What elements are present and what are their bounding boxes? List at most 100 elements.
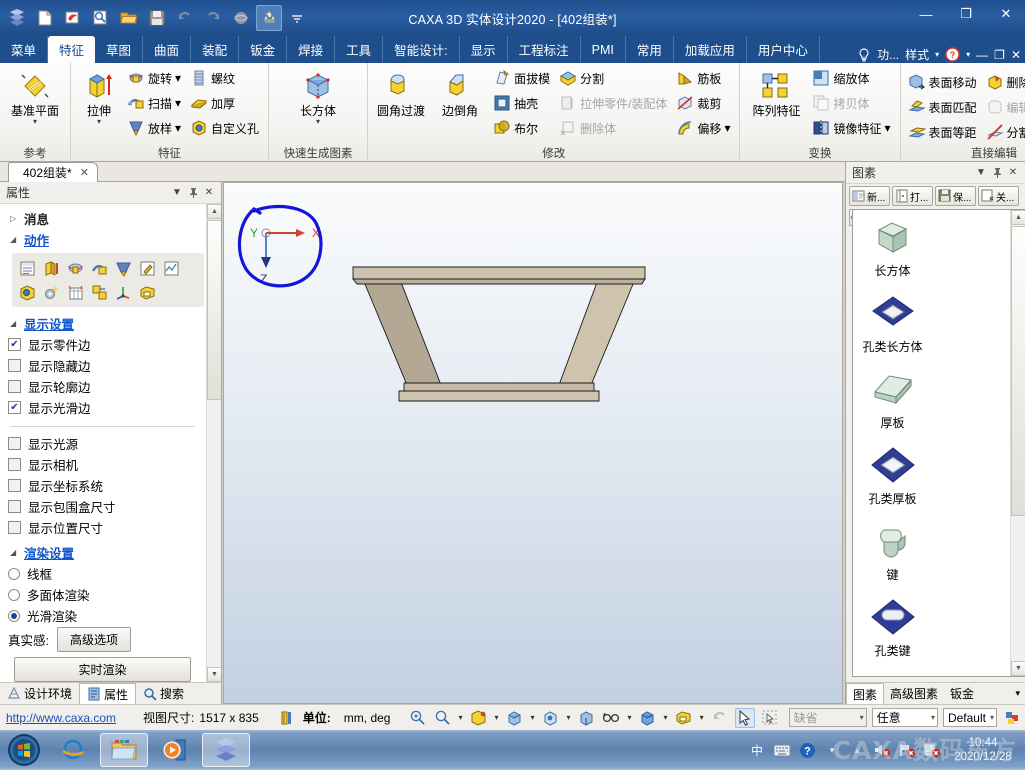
print-preview-dropdown-icon[interactable]: ▾ (699, 713, 705, 722)
catalog-scroll-up-icon[interactable]: ▲ (1011, 210, 1025, 225)
custom-hole-button[interactable]: 自定义孔 (188, 116, 263, 140)
open-catalog-button[interactable]: 打... (892, 186, 933, 206)
document-tab-close-icon[interactable]: ✕ (80, 166, 89, 179)
undo-view-icon[interactable] (710, 708, 730, 728)
tell-me-label[interactable]: 功... (877, 46, 899, 63)
maximize-button[interactable]: ❐ (951, 2, 981, 26)
redo-icon[interactable] (200, 5, 226, 31)
3d-model-trapezoid-frame[interactable] (349, 265, 649, 405)
loft-icon[interactable] (112, 257, 134, 279)
tree-node-render-settings[interactable]: ◢ 渲染设置 (0, 542, 205, 563)
tab-sheetmetal[interactable]: 钣金 (239, 36, 288, 63)
revolve-icon[interactable] (64, 257, 86, 279)
print-preview-icon[interactable] (674, 708, 694, 728)
tab-menu[interactable]: 菜单 (0, 36, 49, 63)
radio-polyhedron-render[interactable]: 多面体渲染 (0, 584, 205, 605)
loft-dropdown-icon[interactable]: ▾ (175, 121, 181, 135)
catalog-panel-pin-icon[interactable] (989, 165, 1005, 181)
tree-node-display-settings[interactable]: ◢ 显示设置 (0, 313, 205, 334)
caxa-website-link[interactable]: http://www.caxa.com (6, 711, 116, 725)
rib-button[interactable]: 筋板 (674, 66, 734, 90)
close-catalog-button[interactable]: 关... (978, 186, 1019, 206)
tab-properties[interactable]: 属性 (79, 682, 137, 705)
trim-button[interactable]: 裁剪 (674, 91, 734, 115)
zoom-window-dropdown-icon[interactable]: ▾ (457, 713, 463, 722)
boolean-button[interactable]: 布尔 (491, 116, 554, 140)
tab-design-environment[interactable]: 设计环境 (0, 683, 79, 705)
show-silhouette-edges-checkbox[interactable] (8, 380, 21, 393)
catalog-item-cylinder[interactable]: 圆柱体 (853, 668, 932, 676)
tell-me-bulb-icon[interactable] (857, 47, 871, 63)
catalog-panel-menu-icon[interactable]: ▼ (973, 165, 989, 181)
catalog-item-hole-plate[interactable]: 孔类厚板 (853, 440, 932, 516)
fillet-button[interactable]: 圆角过渡 (373, 66, 429, 118)
open-recent-icon[interactable] (60, 5, 86, 31)
tray-show-hidden-icon[interactable]: ▴ (847, 740, 867, 760)
checkbox-show-silhouette-edges[interactable]: 显示轮廓边 (0, 376, 205, 397)
preview-icon[interactable] (88, 5, 114, 31)
checkbox-show-part-edges[interactable]: 显示零件边 (0, 334, 205, 355)
checkbox-show-camera[interactable]: 显示相机 (0, 454, 205, 475)
properties-scroll-thumb[interactable] (207, 220, 221, 400)
scale-body-button[interactable]: 缩放体 (810, 66, 894, 90)
undo-icon[interactable] (172, 5, 198, 31)
taskbar-explorer-button[interactable] (100, 733, 148, 767)
thicken-button[interactable]: 加厚 (188, 91, 263, 115)
catalog-scroll-down-icon[interactable]: ▼ (1011, 661, 1025, 676)
default-filter-caret-icon[interactable]: ▾ (856, 713, 864, 722)
view-box-dropdown-icon[interactable]: ▾ (530, 713, 536, 722)
message-expand-icon[interactable]: ▷ (10, 214, 24, 223)
tab-welding[interactable]: 焊接 (287, 36, 336, 63)
start-button[interactable] (2, 732, 46, 768)
wireframe-radio[interactable] (8, 567, 20, 580)
doc-minimize-button[interactable]: — (976, 48, 988, 62)
sweep-button[interactable]: 扫描 ▾ (125, 91, 185, 115)
catalog-tab-advanced-elements[interactable]: 高级图素 (884, 683, 944, 705)
chamfer-button[interactable]: 边倒角 (432, 66, 488, 118)
catalog-item-grid[interactable]: 长方体 孔类长方体 厚板 孔类厚板 键 孔类键 ▲ ▼ (852, 209, 1025, 677)
edit-icon[interactable] (136, 257, 158, 279)
glasses-dropdown-icon[interactable]: ▾ (627, 713, 633, 722)
properties-scrollbar[interactable]: ▲ ▼ (206, 204, 221, 682)
show-light-checkbox[interactable] (8, 437, 21, 450)
datum-plane-dropdown-icon[interactable]: ▾ (33, 118, 37, 126)
checkbox-show-hidden-edges[interactable]: 显示隐藏边 (0, 355, 205, 376)
properties-scroll-up-icon[interactable]: ▲ (207, 204, 221, 219)
style-dropdown-icon[interactable]: ▾ (935, 50, 939, 59)
tab-search[interactable]: 搜索 (136, 683, 191, 705)
offset-dropdown-icon[interactable]: ▾ (724, 121, 730, 135)
tab-tools[interactable]: 工具 (335, 36, 384, 63)
checkbox-show-coordinate-system[interactable]: 显示坐标系统 (0, 475, 205, 496)
catalog-item-key[interactable]: 键 (853, 516, 932, 592)
revolve-dropdown-icon[interactable]: ▾ (175, 71, 181, 85)
open-folder-icon[interactable] (116, 5, 142, 31)
3d-viewport[interactable]: X Y Z (223, 182, 843, 704)
catalog-item-box[interactable]: 长方体 (853, 212, 932, 288)
ime-indicator[interactable]: 中 (747, 740, 767, 760)
catalog-scrollbar[interactable]: ▲ ▼ (1010, 210, 1025, 676)
show-hidden-edges-checkbox[interactable] (8, 359, 21, 372)
tab-common[interactable]: 常用 (626, 36, 674, 63)
face-offset-button[interactable]: 表面等距 (906, 120, 981, 144)
smart-icon[interactable] (256, 5, 282, 31)
box-button[interactable]: 长方体 ▾ (283, 66, 353, 126)
graph-icon[interactable] (160, 257, 182, 279)
show-coordinate-system-checkbox[interactable] (8, 479, 21, 492)
catalog-tabs-more-icon[interactable]: ▾ (1009, 683, 1025, 705)
smooth-render-radio[interactable] (8, 609, 20, 622)
tab-load-app[interactable]: 加载应用 (674, 36, 747, 63)
extrude-button[interactable]: 拉伸 ▾ (76, 66, 122, 126)
catalog-panel-close-icon[interactable]: ✕ (1005, 165, 1021, 181)
shaded-icon[interactable] (577, 708, 597, 728)
app-logo-icon[interactable] (4, 5, 30, 31)
face-move-button[interactable]: 表面移动 (906, 70, 981, 94)
part-icon[interactable] (40, 257, 62, 279)
list-icon[interactable] (16, 257, 38, 279)
loft-button[interactable]: 放样 ▾ (125, 116, 185, 140)
revolve-button[interactable]: 旋转 ▾ (125, 66, 185, 90)
keyboard-icon[interactable] (772, 740, 792, 760)
polyhedron-render-radio[interactable] (8, 588, 20, 601)
display-cube-icon[interactable] (638, 708, 658, 728)
sweep-icon[interactable] (88, 257, 110, 279)
show-part-edges-checkbox[interactable] (8, 338, 21, 351)
